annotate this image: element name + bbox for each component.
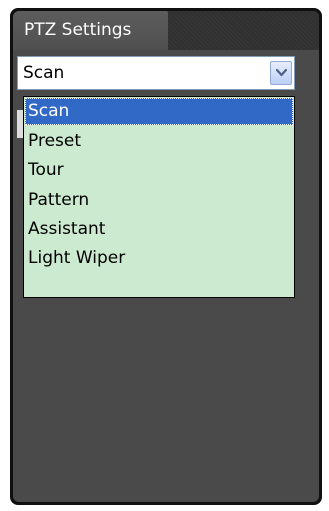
chevron-down-icon[interactable] xyxy=(270,61,292,85)
option-scan[interactable]: Scan xyxy=(25,98,293,125)
option-light-wiper[interactable]: Light Wiper xyxy=(25,245,293,272)
option-tour[interactable]: Tour xyxy=(25,157,293,184)
ptz-mode-select[interactable]: Scan xyxy=(17,56,295,90)
select-dropdown-list: Scan Preset Tour Pattern Assistant Light… xyxy=(23,96,295,298)
select-current-value: Scan xyxy=(23,63,65,83)
tab-label: PTZ Settings xyxy=(24,20,132,40)
option-preset[interactable]: Preset xyxy=(25,128,293,155)
option-pattern[interactable]: Pattern xyxy=(25,187,293,214)
option-assistant[interactable]: Assistant xyxy=(25,216,293,243)
tab-ptz-settings[interactable]: PTZ Settings xyxy=(13,11,168,50)
tab-strip: PTZ Settings xyxy=(13,11,319,50)
